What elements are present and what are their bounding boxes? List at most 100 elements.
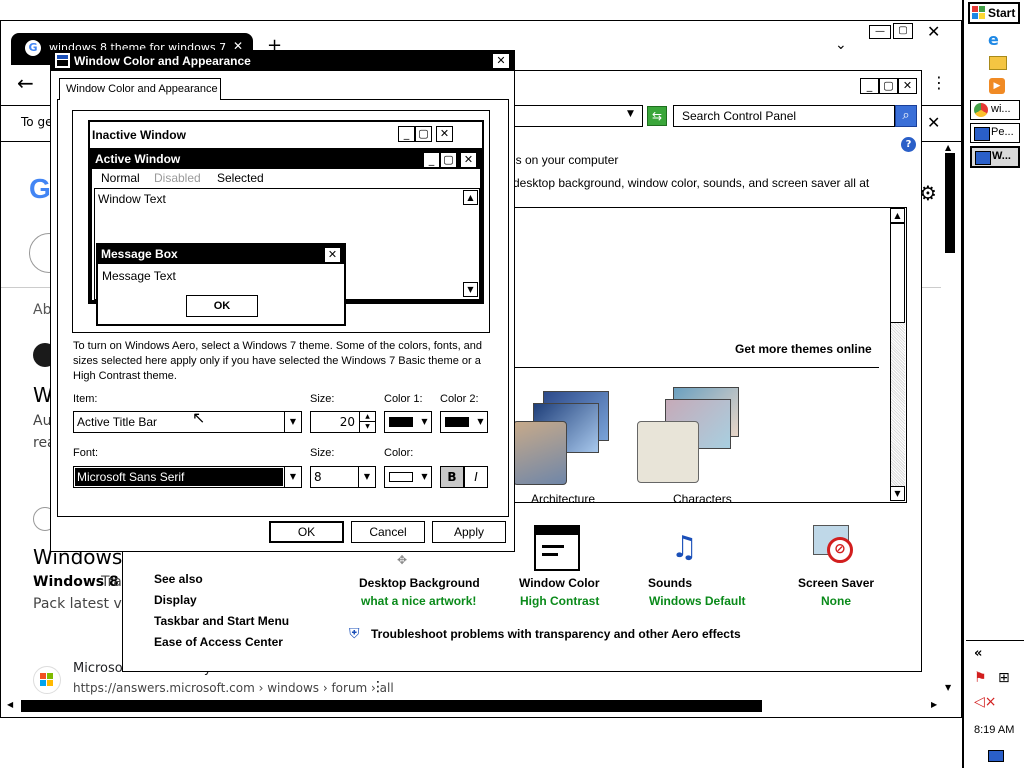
scroll-up-arrow-icon[interactable]: ▲ (945, 143, 951, 152)
search-icon[interactable]: ⌕ (895, 105, 917, 127)
cp-address-bar[interactable] (503, 105, 643, 127)
preview-area: Inactive Window _ ▢ ✕ Active Window _ ▢ … (72, 110, 490, 333)
taskbar-item-personalization[interactable]: Pe... (970, 123, 1020, 143)
window-color-icon[interactable] (534, 525, 580, 571)
tray-collapse-button[interactable]: « (974, 646, 982, 661)
theme-list-scroll-up[interactable]: ▲ (890, 208, 905, 223)
pack-snippet: Pack latest ver (33, 596, 137, 612)
item-size-spinner[interactable]: 20 ▲ ▼ (310, 411, 376, 433)
cp-maximize-button[interactable]: ▢ (879, 78, 898, 94)
preview-inactive-close: ✕ (436, 126, 453, 142)
apply-button[interactable]: Apply (432, 521, 506, 543)
theme-list-scrollbar-thumb[interactable] (890, 223, 905, 323)
tab-list-chevron-icon[interactable]: ⌄ (835, 37, 847, 53)
taskbar-item-window-color[interactable]: W... (970, 146, 1020, 168)
windows8-snippet-rest: Tra (101, 574, 122, 590)
start-label: Start (988, 6, 1016, 20)
window-color-value[interactable]: High Contrast (520, 594, 599, 608)
font-combo-dropdown-icon[interactable]: ▼ (284, 467, 301, 487)
file-explorer-icon[interactable] (989, 56, 1007, 70)
cp-minimize-button[interactable]: _ (860, 78, 879, 94)
color1-dropdown-icon[interactable]: ▼ (418, 412, 431, 432)
internet-explorer-icon[interactable]: e (988, 30, 999, 49)
taskbar-item-label: wi... (991, 103, 1011, 115)
screen-saver-value[interactable]: None (821, 594, 851, 608)
refresh-icon[interactable]: ⇆ (647, 106, 667, 126)
browser-minimize-button[interactable]: — (869, 25, 891, 39)
color2-dropdown-icon[interactable]: ▼ (474, 412, 487, 432)
see-also-ease-of-access-link[interactable]: Ease of Access Center (154, 635, 283, 649)
font-size-value: 8 (314, 470, 322, 484)
preview-scroll-up: ▲ (463, 190, 478, 205)
volume-muted-icon[interactable]: ◁× (974, 694, 997, 710)
back-arrow-icon[interactable]: ← (17, 71, 34, 95)
horizontal-scrollbar-thumb[interactable] (21, 700, 762, 712)
search-control-panel-input[interactable]: Search Control Panel (673, 105, 895, 127)
font-color-picker[interactable]: ▼ (384, 466, 432, 488)
ms-community-url[interactable]: https://answers.microsoft.com › windows … (73, 681, 394, 695)
window-color-link[interactable]: Window Color (519, 576, 600, 590)
italic-toggle[interactable]: I (464, 466, 488, 488)
spinner-up-icon[interactable]: ▲ (359, 412, 375, 422)
action-center-flag-icon[interactable]: ⚑ (974, 670, 987, 686)
characters-theme-thumbnail[interactable] (637, 385, 747, 485)
browser-menu-icon[interactable]: ⋮ (931, 73, 947, 92)
item-combo[interactable]: Active Title Bar ▼ (73, 411, 302, 433)
google-logo[interactable]: G (29, 173, 51, 205)
preview-active-close: ✕ (460, 152, 477, 168)
preview-menu-disabled: Disabled (154, 171, 201, 185)
preview-active-title: Active Window (95, 152, 181, 166)
screen-saver-link[interactable]: Screen Saver (798, 576, 874, 590)
item-combo-dropdown-icon[interactable]: ▼ (284, 412, 301, 432)
cp-close-button[interactable]: ✕ (898, 78, 917, 94)
troubleshoot-link[interactable]: Troubleshoot problems with transparency … (371, 627, 741, 641)
see-also-display-link[interactable]: Display (154, 593, 197, 607)
architecture-theme-thumbnail[interactable] (513, 389, 623, 485)
vertical-scrollbar-thumb[interactable] (945, 153, 955, 253)
spinner-down-icon[interactable]: ▼ (359, 422, 375, 432)
result-more-icon[interactable]: ⋮ (371, 679, 385, 695)
ok-button[interactable]: OK (269, 521, 344, 543)
scroll-left-arrow-icon[interactable]: ◀ (7, 700, 13, 709)
item-combo-value: Active Title Bar (77, 415, 158, 429)
browser-close-button[interactable]: ✕ (927, 22, 940, 41)
characters-theme-label: Characters (673, 492, 732, 506)
sounds-link[interactable]: Sounds (648, 576, 692, 590)
font-size-dropdown-icon[interactable]: ▼ (358, 467, 375, 487)
browser-maximize-button[interactable]: ▢ (893, 23, 913, 39)
dialog-close-button[interactable]: ✕ (492, 53, 510, 69)
theme-list-scroll-down[interactable]: ▼ (890, 486, 905, 501)
cancel-button[interactable]: Cancel (351, 521, 425, 543)
clock[interactable]: 8:19 AM (974, 724, 1014, 736)
network-icon[interactable]: ⊞ (998, 670, 1010, 686)
color1-picker[interactable]: ▼ (384, 411, 432, 433)
sounds-value[interactable]: Windows Default (649, 594, 746, 608)
font-combo[interactable]: Microsoft Sans Serif ▼ (73, 466, 302, 488)
dialog-tab[interactable]: Window Color and Appearance (59, 78, 221, 100)
desktop-background-link[interactable]: Desktop Background (359, 576, 480, 590)
scroll-down-arrow-icon[interactable]: ▼ (945, 683, 951, 692)
font-color-dropdown-icon[interactable]: ▼ (418, 467, 431, 487)
see-also-taskbar-link[interactable]: Taskbar and Start Menu (154, 614, 289, 628)
infobar-close-icon[interactable]: ✕ (927, 113, 940, 132)
font-size-combo[interactable]: 8 ▼ (310, 466, 376, 488)
help-icon[interactable]: ? (901, 137, 916, 152)
screen-saver-icon[interactable]: ⊘ (813, 523, 859, 571)
dialog-description: To turn on Windows Aero, select a Window… (73, 340, 483, 382)
preview-inactive-max: ▢ (415, 126, 432, 142)
taskbar-item-chrome[interactable]: wi... (970, 100, 1020, 120)
start-button[interactable]: Start (968, 2, 1020, 24)
scroll-right-arrow-icon[interactable]: ▶ (931, 700, 937, 709)
media-player-icon[interactable]: ▶ (989, 78, 1005, 94)
preview-msgbox-title: Message Box (101, 247, 178, 261)
show-desktop-icon[interactable] (988, 750, 1004, 762)
item-size-label: Size: (310, 393, 335, 405)
address-dropdown-icon[interactable]: ▼ (627, 109, 634, 119)
color2-picker[interactable]: ▼ (440, 411, 488, 433)
sounds-icon[interactable]: ♫ (671, 523, 721, 573)
get-more-themes-link[interactable]: Get more themes online (735, 342, 872, 356)
desktop-background-value[interactable]: what a nice artwork! (361, 594, 476, 608)
bold-toggle[interactable]: B (440, 466, 464, 488)
taskbar-item-label: W... (992, 150, 1011, 162)
preview-scroll-down: ▼ (463, 282, 478, 297)
